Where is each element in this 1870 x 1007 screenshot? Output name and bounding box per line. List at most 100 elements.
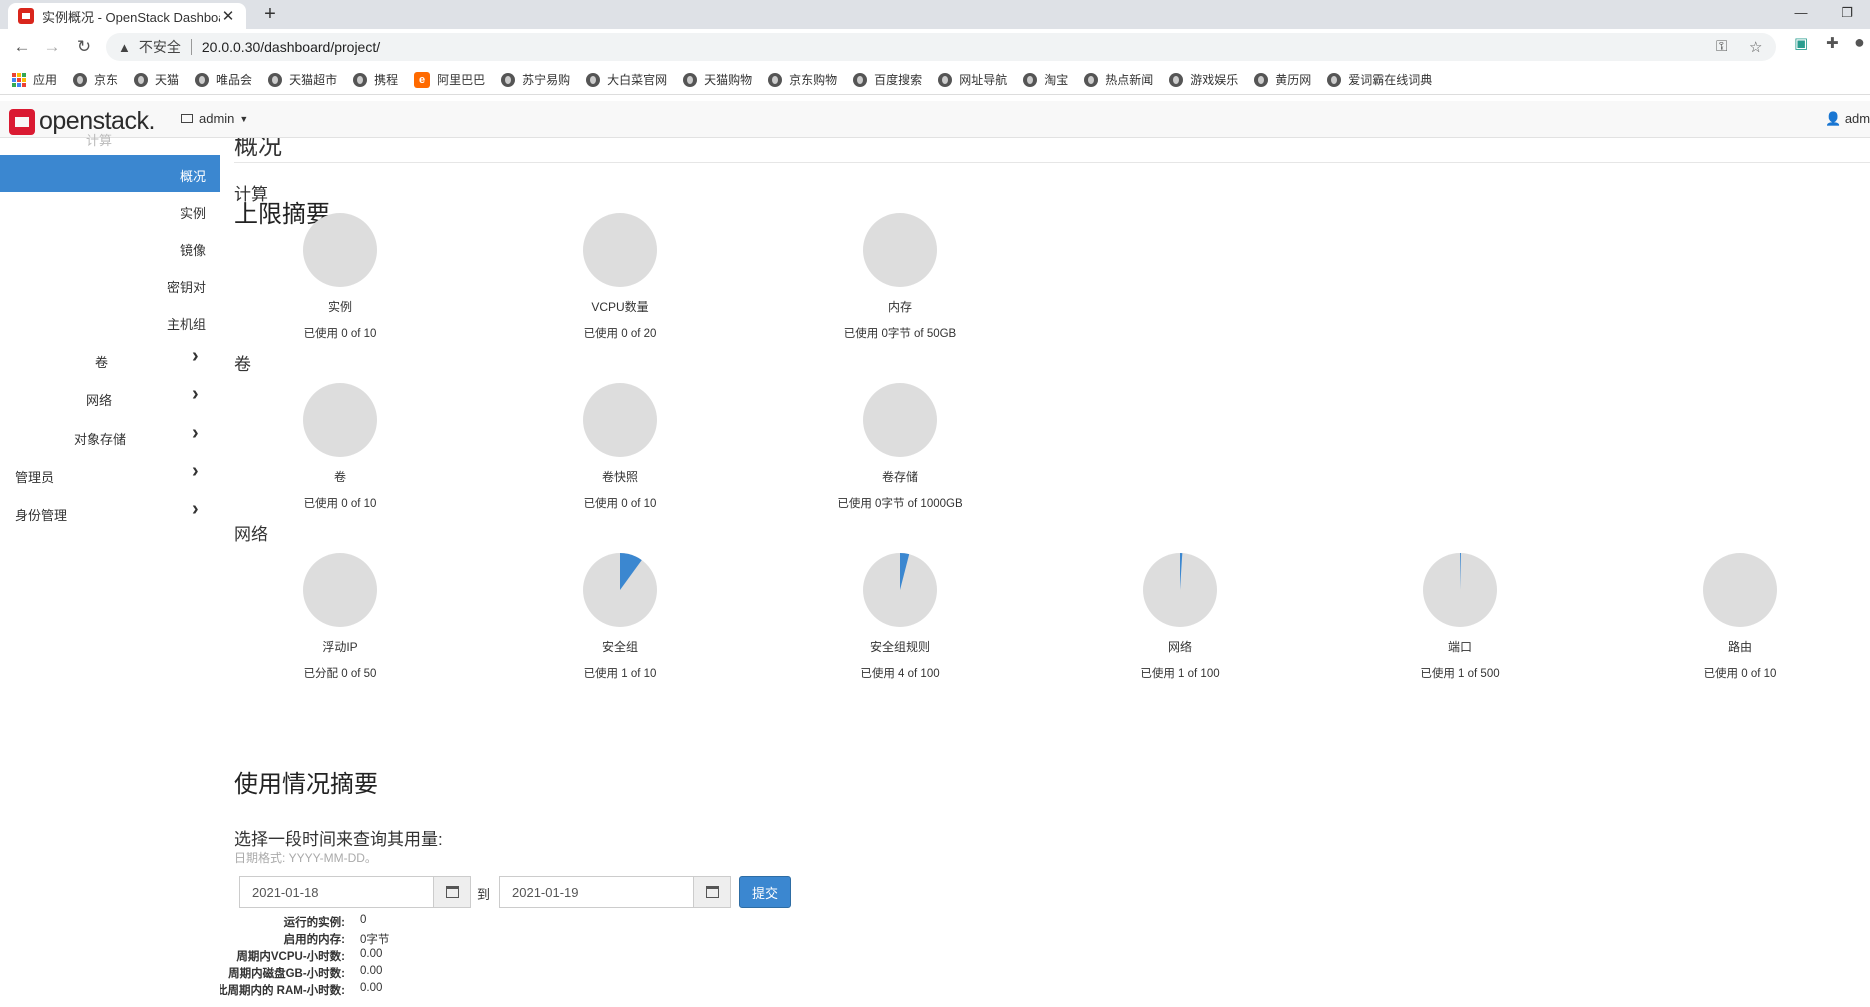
pie-label: 安全组规则 — [869, 640, 930, 654]
browser-tab[interactable]: 实例概况 - OpenStack Dashboard ✕ — [8, 3, 246, 29]
user-icon: 👤 — [1825, 111, 1842, 126]
globe-icon — [134, 72, 149, 87]
tab-title: 实例概况 - OpenStack Dashboard — [42, 9, 220, 25]
bookmark-item[interactable]: 京东购物 — [768, 71, 837, 88]
date-format-hint: 日期格式: YYYY-MM-DD。 — [234, 851, 377, 865]
insecure-label: 不安全 — [138, 39, 181, 55]
pie-usage-text: 已使用 1 of 100 — [1140, 668, 1220, 680]
pie-usage-text: 已使用 4 of 100 — [860, 668, 940, 680]
sidebar-item[interactable]: 卷 › — [0, 341, 220, 378]
new-tab-button[interactable]: + — [258, 3, 282, 27]
close-icon[interactable]: ✕ — [220, 7, 236, 25]
pie-remaining-slice — [863, 383, 937, 457]
stat-value: 0 — [360, 914, 367, 926]
bookmark-item[interactable]: 天猫 — [134, 71, 179, 88]
sidebar-item[interactable]: 镜像 — [0, 229, 220, 266]
puzzle-icon[interactable]: ✚ — [1826, 34, 1839, 52]
pie-graphic — [303, 383, 377, 457]
bookmark-item[interactable]: 应用 — [12, 71, 57, 88]
bookmark-item[interactable]: 天猫超市 — [268, 71, 337, 88]
pie-usage-text: 已使用 0 of 10 — [303, 498, 377, 510]
bookmark-label: 应用 — [33, 73, 58, 87]
end-calendar-button[interactable] — [693, 876, 731, 908]
sidebar-item[interactable]: 实例 — [0, 192, 220, 229]
pie-graphic — [303, 553, 377, 627]
bookmarks-bar: 应用 京东 天猫 唯品会 天猫超市 携程 e 阿里巴巴 苏宁易购 大白菜官网 天猫购物 京东购物 百度搜… — [0, 65, 1870, 95]
pie-graphic — [303, 213, 377, 287]
sidebar-item-label: 镜像 — [179, 243, 206, 258]
pie-graphic — [583, 383, 657, 457]
stat-key: 启用的内存: — [283, 934, 345, 946]
address-bar[interactable]: ▲ 不安全 20.0.0.30/dashboard/project/ ⚿ ☆ — [106, 33, 1776, 61]
pie-remaining-slice — [303, 553, 377, 627]
sidebar-item[interactable]: 对象存储 › — [0, 418, 220, 455]
project-dropdown[interactable]: admin ▼ — [181, 111, 248, 126]
bookmark-item[interactable]: 爱词霸在线词典 — [1327, 71, 1432, 88]
reload-icon[interactable]: ↻ — [72, 35, 96, 59]
stat-value: 0.00 — [360, 948, 383, 960]
sidebar-item[interactable]: 密钥对 — [0, 266, 220, 303]
pie-usage-text: 已使用 0 of 10 — [303, 328, 377, 340]
globe-icon — [683, 72, 698, 87]
translate-extension-icon[interactable]: ▣ — [1794, 34, 1808, 52]
bookmark-item[interactable]: 苏宁易购 — [501, 71, 570, 88]
bookmark-item[interactable]: 百度搜索 — [853, 71, 922, 88]
bookmark-item[interactable]: 网址导航 — [938, 71, 1007, 88]
stat-key: 周期内VCPU-小时数: — [236, 951, 345, 963]
bookmark-label: 淘宝 — [1044, 73, 1069, 87]
openstack-logo[interactable]: openstack. — [9, 107, 155, 136]
sidebar-item[interactable]: 管理员 › — [0, 456, 220, 493]
bookmark-label: 爱词霸在线词典 — [1348, 73, 1433, 87]
bookmark-item[interactable]: 大白菜官网 — [586, 71, 667, 88]
stat-value: 0.00 — [360, 965, 383, 977]
quota-pie-chart: 内存 已使用 0字节 of 50GB — [830, 212, 970, 341]
sidebar-item[interactable]: 网络 › — [0, 379, 220, 416]
bookmark-label: 大白菜官网 — [607, 73, 668, 87]
url-text[interactable]: 20.0.0.30/dashboard/project/ — [202, 39, 380, 55]
bookmark-item[interactable]: 淘宝 — [1023, 71, 1068, 88]
user-dropdown[interactable]: 👤 admin — [1825, 111, 1870, 127]
forward-arrow-icon[interactable]: → — [40, 35, 64, 59]
pie-usage-text: 已使用 0 of 10 — [1703, 668, 1777, 680]
start-calendar-button[interactable] — [433, 876, 471, 908]
submit-button[interactable]: 提交 — [739, 876, 791, 908]
sidebar-item-label: 网络 — [86, 393, 113, 408]
pie-label: 实例 — [327, 300, 352, 314]
bookmark-item[interactable]: 热点新闻 — [1084, 71, 1153, 88]
sidebar-item[interactable]: 主机组 — [0, 303, 220, 340]
bookmark-label: 百度搜索 — [874, 73, 923, 87]
bookmark-item[interactable]: e 阿里巴巴 — [414, 71, 485, 88]
bookmark-label: 京东 — [94, 73, 119, 87]
restore-button[interactable]: ❐ — [1824, 0, 1870, 29]
globe-icon — [1023, 72, 1038, 87]
profile-avatar-icon[interactable]: ● — [1854, 32, 1865, 53]
sidebar: 计算 概况 实例镜像密钥对 主机组卷 › 网络 › 对象存储 › 管理员 › 身份管理 › — [0, 133, 220, 1007]
star-icon[interactable]: ☆ — [1749, 38, 1762, 56]
title-divider — [234, 162, 1870, 163]
pie-usage-text: 已使用 0字节 of 1000GB — [837, 498, 963, 510]
pie-usage-text: 已使用 1 of 10 — [583, 668, 657, 680]
pie-graphic — [583, 213, 657, 287]
sidebar-item[interactable]: 身份管理 › — [0, 494, 220, 531]
project-name: admin — [199, 111, 235, 126]
bookmark-item[interactable]: 黄历网 — [1254, 71, 1311, 88]
bookmark-item[interactable]: 唯品会 — [195, 71, 252, 88]
section-title: 卷 — [234, 355, 251, 374]
key-icon[interactable]: ⚿ — [1716, 38, 1727, 55]
end-date-input[interactable] — [499, 876, 693, 908]
back-arrow-icon[interactable]: ← — [10, 35, 34, 59]
bookmark-item[interactable]: 游戏娱乐 — [1169, 71, 1238, 88]
bookmark-item[interactable]: 京东 — [73, 71, 118, 88]
bookmark-item[interactable]: 天猫购物 — [683, 71, 752, 88]
globe-icon — [853, 72, 868, 87]
globe-icon — [1084, 72, 1099, 87]
pie-remaining-slice — [1703, 553, 1777, 627]
sidebar-section-compute[interactable]: 计算 — [86, 130, 112, 149]
sidebar-item[interactable]: 概况 — [0, 155, 220, 192]
stat-row: 此周期内的 RAM-小时数: 0.00 — [220, 982, 620, 999]
start-date-input[interactable] — [239, 876, 433, 908]
bookmark-item[interactable]: 携程 — [353, 71, 398, 88]
minimize-button[interactable]: — — [1778, 0, 1824, 29]
globe-icon — [586, 72, 601, 87]
quota-pie-chart: 网络 已使用 1 of 100 — [1110, 552, 1250, 681]
